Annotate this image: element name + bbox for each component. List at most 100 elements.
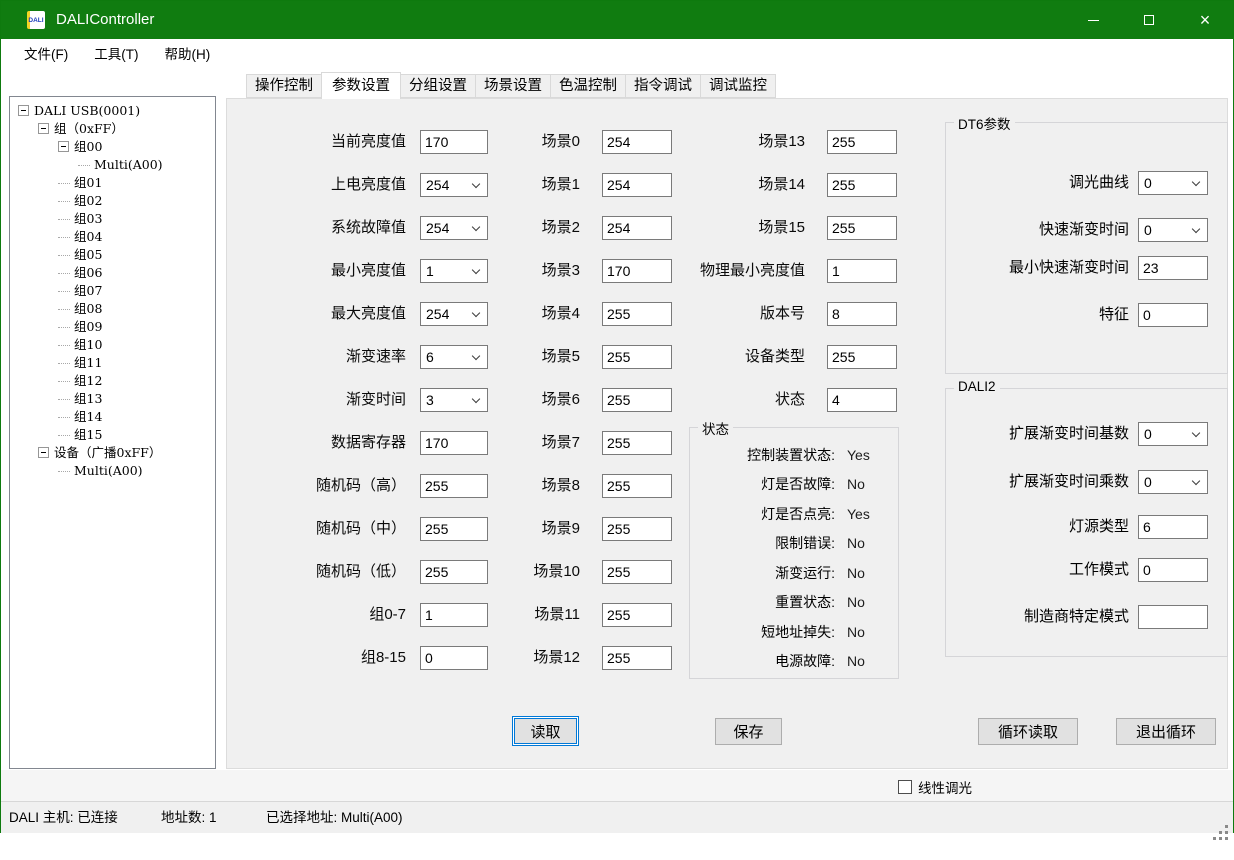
tab-0[interactable]: 操作控制 xyxy=(246,74,322,98)
min-fast-fade-time-input[interactable] xyxy=(1138,256,1208,280)
current-level-row: 当前亮度值 xyxy=(241,130,491,154)
dimming-curve-select[interactable]: 0 xyxy=(1138,171,1208,195)
scene-15-input[interactable] xyxy=(827,216,897,240)
tab-1[interactable]: 参数设置 xyxy=(321,72,401,99)
tree-item[interactable]: 组14 xyxy=(10,408,215,426)
operating-mode-input[interactable] xyxy=(1138,558,1208,582)
tree-item[interactable]: DALI USB(0001) xyxy=(10,102,215,120)
physical-min-level-input[interactable] xyxy=(827,259,897,283)
scene-7-label: 场景7 xyxy=(477,431,580,455)
collapse-expander-icon[interactable] xyxy=(38,447,49,458)
data-register-label: 数据寄存器 xyxy=(241,431,406,455)
lamp-failure-value: No xyxy=(847,476,865,492)
tree-item[interactable]: Multi(A00) xyxy=(10,156,215,174)
read-button[interactable]: 读取 xyxy=(512,716,579,746)
tree-item[interactable]: 组08 xyxy=(10,300,215,318)
manufacturer-mode-input[interactable] xyxy=(1138,605,1208,629)
titlebar: DALI DALIController × xyxy=(1,1,1233,39)
close-button[interactable]: × xyxy=(1177,1,1233,39)
maximize-button[interactable] xyxy=(1121,1,1177,39)
scene-10-input[interactable] xyxy=(602,560,672,584)
scene-8-label: 场景8 xyxy=(477,474,580,498)
tree-item[interactable]: 组06 xyxy=(10,264,215,282)
menu-item-0[interactable]: 文件(F) xyxy=(11,39,81,70)
tab-3[interactable]: 场景设置 xyxy=(475,74,551,98)
tree-item[interactable]: 设备（广播0xFF） xyxy=(10,444,215,462)
scene-7-input[interactable] xyxy=(602,431,672,455)
light-source-type-label: 灯源类型 xyxy=(946,515,1129,539)
tree-item[interactable]: 组12 xyxy=(10,372,215,390)
status-group-title: 状态 xyxy=(698,418,733,438)
tree-item-label: 组01 xyxy=(74,175,102,190)
scene-8-input[interactable] xyxy=(602,474,672,498)
tree-item[interactable]: 组03 xyxy=(10,210,215,228)
tree-item[interactable]: 组05 xyxy=(10,246,215,264)
tab-2[interactable]: 分组设置 xyxy=(400,74,476,98)
scene-2-input[interactable] xyxy=(602,216,672,240)
tree-item[interactable]: Multi(A00) xyxy=(10,462,215,480)
tab-6[interactable]: 调试监控 xyxy=(700,74,776,98)
short-address-missing-label: 短地址掉失: xyxy=(690,622,835,642)
scene-1-input[interactable] xyxy=(602,173,672,197)
scene-4-input[interactable] xyxy=(602,302,672,326)
loop-read-button[interactable]: 循环读取 xyxy=(978,718,1078,745)
version-input[interactable] xyxy=(827,302,897,326)
tree-item[interactable]: 组01 xyxy=(10,174,215,192)
tree-item[interactable]: 组09 xyxy=(10,318,215,336)
scene-6-input[interactable] xyxy=(602,388,672,412)
tree-item[interactable]: 组（0xFF） xyxy=(10,120,215,138)
system-failure-level-row: 系统故障值254 xyxy=(241,216,491,240)
scene-13-input[interactable] xyxy=(827,130,897,154)
menu-item-1[interactable]: 工具(T) xyxy=(81,39,151,70)
min-level-row: 最小亮度值1 xyxy=(241,259,491,283)
dt6-groupbox: DT6参数 调光曲线0快速渐变时间0最小快速渐变时间特征 xyxy=(945,122,1228,374)
max-level-row: 最大亮度值254 xyxy=(241,302,491,326)
scene-9-input[interactable] xyxy=(602,517,672,541)
close-icon: × xyxy=(1200,11,1211,29)
device-type-input[interactable] xyxy=(827,345,897,369)
fade-running-label: 渐变运行: xyxy=(690,563,835,583)
collapse-expander-icon[interactable] xyxy=(18,105,29,116)
tree-item[interactable]: 组04 xyxy=(10,228,215,246)
tree-item-label: 组04 xyxy=(74,229,102,244)
exit-loop-button[interactable]: 退出循环 xyxy=(1116,718,1216,745)
linear-dimming-checkbox[interactable]: 线性调光 xyxy=(898,777,972,797)
power-on-level-row: 上电亮度值254 xyxy=(241,173,491,197)
resize-grip-icon[interactable] xyxy=(1225,825,1228,828)
tree-item[interactable]: 组13 xyxy=(10,390,215,408)
scene-11-input[interactable] xyxy=(602,603,672,627)
scene-14-input[interactable] xyxy=(827,173,897,197)
features-input[interactable] xyxy=(1138,303,1208,327)
minimize-button[interactable] xyxy=(1065,1,1121,39)
checkbox-icon xyxy=(898,780,912,794)
menu-item-2[interactable]: 帮助(H) xyxy=(152,39,224,70)
ext-fade-time-multiplier-select[interactable]: 0 xyxy=(1138,470,1208,494)
scene-0-input[interactable] xyxy=(602,130,672,154)
light-source-type-input[interactable] xyxy=(1138,515,1208,539)
tree-item[interactable]: 组15 xyxy=(10,426,215,444)
collapse-expander-icon[interactable] xyxy=(38,123,49,134)
fast-fade-time-select[interactable]: 0 xyxy=(1138,218,1208,242)
collapse-expander-icon[interactable] xyxy=(58,141,69,152)
tab-5[interactable]: 指令调试 xyxy=(625,74,701,98)
scene-8-row: 场景8 xyxy=(477,474,677,498)
status-value-input[interactable] xyxy=(827,388,897,412)
tab-4[interactable]: 色温控制 xyxy=(550,74,626,98)
statusbar-selected-address: 已选择地址: Multi(A00) xyxy=(266,802,403,833)
tree-connector-icon xyxy=(58,237,70,238)
scene-3-input[interactable] xyxy=(602,259,672,283)
scene-0-label: 场景0 xyxy=(477,130,580,154)
save-button[interactable]: 保存 xyxy=(715,718,782,745)
tree-item[interactable]: 组11 xyxy=(10,354,215,372)
tree-item[interactable]: 组00 xyxy=(10,138,215,156)
app-icon: DALI xyxy=(27,11,45,29)
tree-item-label: 组15 xyxy=(74,427,102,442)
tree-item[interactable]: 组07 xyxy=(10,282,215,300)
tree-item[interactable]: 组02 xyxy=(10,192,215,210)
ext-fade-time-base-select[interactable]: 0 xyxy=(1138,422,1208,446)
scene-14-label: 场景14 xyxy=(692,173,805,197)
scene-5-input[interactable] xyxy=(602,345,672,369)
chevron-down-icon xyxy=(1192,178,1200,186)
scene-12-input[interactable] xyxy=(602,646,672,670)
tree-item[interactable]: 组10 xyxy=(10,336,215,354)
